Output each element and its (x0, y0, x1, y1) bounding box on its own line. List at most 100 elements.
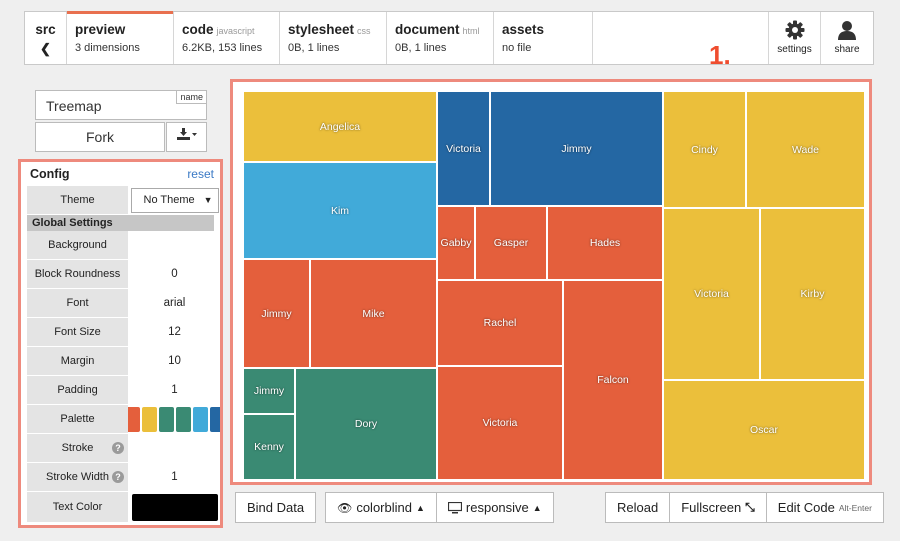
palette-swatch[interactable] (175, 406, 191, 432)
palette-label: Palette (27, 405, 128, 433)
palette-swatch[interactable] (209, 406, 220, 432)
edit-code-button[interactable]: Edit Code Alt-Enter (765, 492, 884, 523)
treemap-cell[interactable]: Cindy (663, 91, 746, 208)
reset-link[interactable]: reset (187, 167, 214, 181)
responsive-button[interactable]: responsive ▲ (435, 492, 554, 523)
treemap-cell[interactable]: Mike (310, 259, 437, 368)
treemap: Angelica Kim Jimmy Mike Jimmy Kenny Dory Victor… (243, 91, 865, 480)
treemap-cell[interactable]: Kim (243, 162, 437, 259)
palette-swatch[interactable] (192, 406, 208, 432)
config-panel: Config reset Theme No Theme ▼ Global Set… (18, 159, 223, 528)
colorblind-label: colorblind (356, 500, 412, 515)
treemap-cell[interactable]: Jimmy (243, 368, 295, 414)
tab-stylesheet[interactable]: stylesheet css 0B, 1 lines (280, 12, 387, 64)
treemap-cell[interactable]: Jimmy (490, 91, 663, 206)
treemap-cell[interactable]: Victoria (437, 91, 490, 206)
settings-button[interactable]: settings (769, 12, 821, 64)
stroke-field[interactable] (130, 434, 219, 462)
chart-name-input[interactable]: Treemap name (35, 90, 207, 120)
stroke-width-label: Stroke Width (46, 471, 109, 483)
padding-field[interactable]: 1 (130, 376, 219, 404)
settings-label: settings (777, 44, 812, 55)
tab-stylesheet-type: css (357, 26, 371, 36)
config-title: Config (30, 167, 70, 181)
global-settings-header: Global Settings (27, 215, 214, 231)
top-toolbar: src ❮ preview 3 dimensions code javascrip… (24, 11, 874, 65)
tab-assets-sub: no file (502, 42, 532, 54)
monitor-icon (447, 501, 462, 513)
name-tag: name (176, 90, 207, 104)
src-label: src (35, 22, 56, 37)
block-roundness-field[interactable]: 0 (130, 260, 219, 288)
fork-button[interactable]: Fork (35, 122, 165, 152)
eye-slash-icon: 👁 (337, 500, 353, 515)
tab-assets-name: assets (502, 22, 545, 37)
expand-icon: ⤡ (745, 500, 755, 514)
config-row-label: Font Size (27, 318, 128, 346)
gear-icon (785, 20, 804, 40)
treemap-cell[interactable]: Rachel (437, 280, 563, 366)
treemap-cell[interactable]: Gasper (475, 206, 547, 280)
config-row-label: Font (27, 289, 128, 317)
src-tab[interactable]: src ❮ (25, 12, 67, 64)
treemap-cell[interactable]: Gabby (437, 206, 475, 280)
palette-picker[interactable] (124, 406, 220, 432)
font-size-field[interactable]: 12 (130, 318, 219, 346)
bottom-toolbar-left: Bind Data 👁 colorblind ▲ responsive ▲ (235, 492, 554, 524)
colorblind-button[interactable]: 👁 colorblind ▲ (325, 492, 437, 523)
treemap-cell[interactable]: Oscar (663, 380, 865, 480)
treemap-cell[interactable]: Hades (547, 206, 663, 280)
user-icon (838, 21, 856, 40)
caret-down-icon: ▼ (203, 195, 213, 205)
text-color-swatch[interactable] (131, 493, 218, 521)
palette-swatch[interactable] (158, 406, 174, 432)
download-icon (176, 128, 197, 140)
share-button[interactable]: share (821, 12, 873, 64)
tab-preview-name: preview (75, 22, 126, 37)
font-field[interactable]: arial (130, 289, 219, 317)
toolbar-spacer (593, 12, 769, 64)
fullscreen-button[interactable]: Fullscreen ⤡ (669, 492, 767, 523)
tab-document-type: html (462, 26, 480, 36)
help-icon[interactable]: ? (112, 442, 124, 454)
bind-data-button[interactable]: Bind Data (235, 492, 317, 523)
config-row-label: Padding (27, 376, 128, 404)
margin-field[interactable]: 10 (130, 347, 219, 375)
treemap-cell[interactable]: Falcon (563, 280, 663, 480)
tab-assets[interactable]: assets no file (494, 12, 593, 64)
bottom-toolbar-right: Reload Fullscreen ⤡ Edit Code Alt-Enter (605, 492, 884, 523)
tab-document-name: document (395, 22, 460, 37)
theme-select[interactable]: No Theme ▼ (130, 187, 219, 213)
download-button[interactable] (166, 122, 207, 152)
annotation-one: 1. (709, 40, 731, 70)
treemap-cell[interactable]: Jimmy (243, 259, 310, 368)
reload-button[interactable]: Reload (605, 492, 671, 523)
config-row-label: Block Roundness (27, 260, 128, 288)
tab-code-type: javascript (216, 26, 255, 36)
theme-value: No Theme (143, 194, 195, 206)
theme-label: Theme (27, 186, 128, 214)
treemap-cell[interactable]: Kenny (243, 414, 295, 480)
chart-preview: Angelica Kim Jimmy Mike Jimmy Kenny Dory Victor… (230, 79, 872, 485)
treemap-cell[interactable]: Wade (746, 91, 865, 208)
tab-code[interactable]: code javascript 6.2KB, 153 lines (174, 12, 280, 64)
palette-swatch[interactable] (141, 406, 157, 432)
caret-up-icon: ▲ (415, 502, 425, 513)
tab-document[interactable]: document html 0B, 1 lines (387, 12, 494, 64)
treemap-cell[interactable]: Dory (295, 368, 437, 480)
tab-preview[interactable]: preview 3 dimensions (67, 11, 174, 64)
fullscreen-label: Fullscreen (681, 500, 742, 515)
tab-code-name: code (182, 22, 214, 37)
caret-up-icon: ▲ (532, 502, 542, 513)
edit-code-shortcut: Alt-Enter (838, 502, 872, 513)
help-icon[interactable]: ? (112, 471, 124, 483)
treemap-cell[interactable]: Angelica (243, 91, 437, 162)
treemap-cell[interactable]: Victoria (663, 208, 760, 380)
background-field[interactable] (130, 231, 219, 259)
stroke-width-field[interactable]: 1 (130, 463, 219, 491)
edit-code-label: Edit Code (777, 500, 835, 515)
chevron-left-icon: ❮ (40, 41, 51, 56)
chart-name-value: Treemap (46, 98, 102, 114)
treemap-cell[interactable]: Kirby (760, 208, 865, 380)
treemap-cell[interactable]: Victoria (437, 366, 563, 480)
